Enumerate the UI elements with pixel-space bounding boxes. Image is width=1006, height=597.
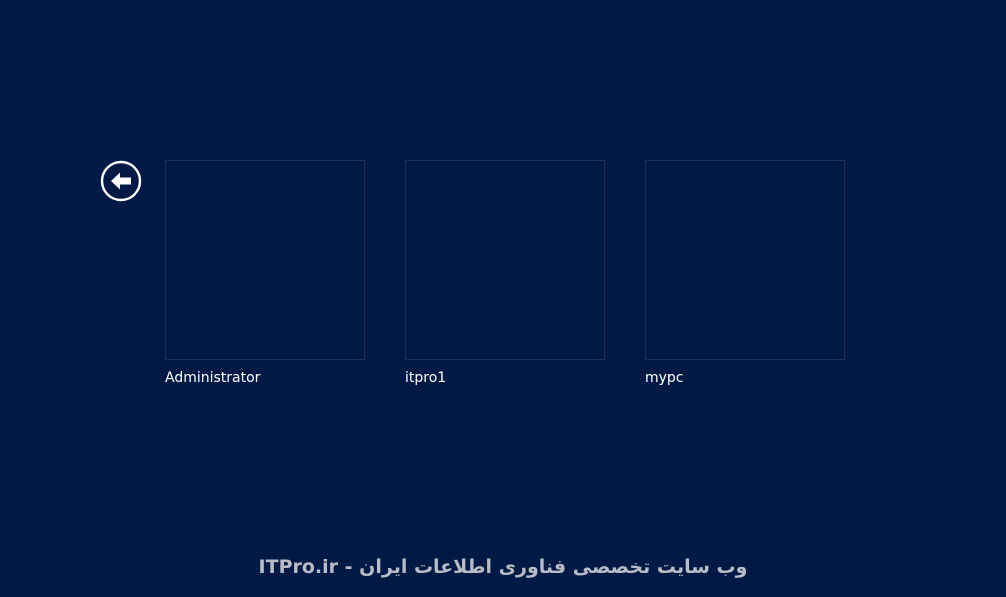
- user-tile-name: Administrator: [165, 370, 261, 386]
- back-arrow-circle-icon: [100, 160, 142, 202]
- user-tile-mypc[interactable]: mypc: [645, 160, 845, 387]
- user-tile-picture: [165, 160, 365, 360]
- user-tile-name: itpro1: [405, 370, 447, 386]
- back-button[interactable]: [100, 160, 142, 202]
- user-tile-administrator[interactable]: Administrator: [165, 160, 365, 387]
- user-tile-picture: [405, 160, 605, 360]
- user-tile-name: mypc: [645, 370, 684, 386]
- site-watermark: ITPro.ir - وب سایت تخصصی فناوری اطلاعات …: [258, 556, 748, 578]
- user-tile-picture: [645, 160, 845, 360]
- lock-screen-user-picker: Administrator itpro1 mypc ITPro.ir - وب …: [0, 0, 1006, 597]
- user-tile-itpro1[interactable]: itpro1: [405, 160, 605, 387]
